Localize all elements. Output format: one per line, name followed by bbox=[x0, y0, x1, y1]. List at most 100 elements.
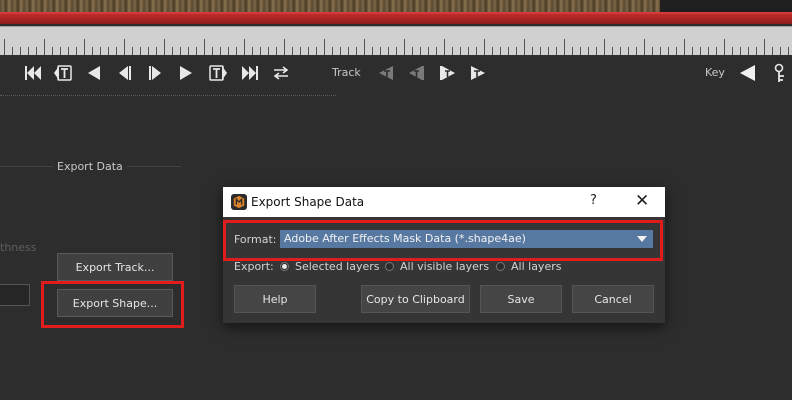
play-backward-icon[interactable] bbox=[81, 60, 107, 86]
ruler-tick bbox=[516, 47, 517, 55]
save-button[interactable]: Save bbox=[480, 285, 562, 313]
ruler-tick bbox=[20, 47, 21, 55]
ruler-tick bbox=[644, 39, 645, 55]
play-forward-icon[interactable] bbox=[173, 60, 199, 86]
ruler-tick bbox=[244, 39, 245, 55]
ruler-tick bbox=[212, 47, 213, 55]
radio-selected-layers[interactable] bbox=[280, 262, 289, 271]
thickness-input[interactable] bbox=[0, 284, 30, 306]
help-button[interactable]: Help bbox=[234, 285, 316, 313]
go-to-end-icon[interactable] bbox=[237, 60, 263, 86]
go-to-start-icon[interactable] bbox=[20, 60, 46, 86]
ruler-tick bbox=[700, 47, 701, 55]
ruler-tick bbox=[420, 47, 421, 55]
ruler-tick bbox=[452, 47, 453, 55]
ruler-tick bbox=[540, 47, 541, 55]
ruler-tick bbox=[596, 47, 597, 55]
ruler-tick bbox=[268, 47, 269, 55]
ruler-tick bbox=[412, 47, 413, 55]
track-backward-icon[interactable] bbox=[372, 60, 398, 86]
ruler-tick bbox=[196, 47, 197, 55]
ruler-tick bbox=[180, 47, 181, 55]
ruler-tick bbox=[532, 47, 533, 55]
ruler-tick bbox=[620, 47, 621, 55]
help-question-icon[interactable]: ? bbox=[590, 193, 597, 208]
ruler-tick bbox=[500, 47, 501, 55]
ruler-tick bbox=[36, 47, 37, 55]
track-step-forward-icon[interactable] bbox=[435, 60, 461, 86]
export-track-button[interactable]: Export Track... bbox=[57, 253, 173, 281]
ruler-tick bbox=[388, 47, 389, 55]
ruler-tick bbox=[4, 39, 5, 55]
swap-direction-icon[interactable] bbox=[268, 60, 294, 86]
ruler-tick bbox=[660, 47, 661, 55]
timeline-range-bar[interactable] bbox=[0, 12, 792, 24]
video-thumbnail-strip bbox=[0, 0, 660, 12]
radio-all-layers[interactable] bbox=[496, 262, 505, 271]
ruler-tick bbox=[484, 39, 485, 55]
radio-all-visible-layers[interactable] bbox=[385, 262, 394, 271]
cancel-button[interactable]: Cancel bbox=[572, 285, 654, 313]
ruler-tick bbox=[676, 47, 677, 55]
track-forward-icon[interactable] bbox=[466, 60, 492, 86]
ruler-tick bbox=[220, 47, 221, 55]
ruler-tick bbox=[692, 47, 693, 55]
step-backward-icon[interactable] bbox=[111, 60, 137, 86]
thickness-label: thness bbox=[0, 241, 37, 254]
ruler-tick bbox=[380, 47, 381, 55]
ruler-tick bbox=[348, 47, 349, 55]
ruler-tick bbox=[140, 47, 141, 55]
ruler-tick bbox=[716, 47, 717, 55]
ruler-tick bbox=[68, 47, 69, 55]
next-keyframe-track-icon[interactable] bbox=[205, 60, 231, 86]
ruler-tick bbox=[668, 47, 669, 55]
ruler-tick bbox=[316, 47, 317, 55]
previous-keyframe-track-icon[interactable] bbox=[50, 60, 76, 86]
dialog-title: Export Shape Data bbox=[251, 195, 365, 209]
export-data-title: Export Data bbox=[53, 160, 127, 173]
ruler-tick bbox=[628, 47, 629, 55]
ruler-tick bbox=[108, 47, 109, 55]
ruler-tick bbox=[708, 47, 709, 55]
ruler-tick bbox=[364, 39, 365, 55]
ruler-tick bbox=[76, 47, 77, 55]
ruler-tick bbox=[788, 47, 789, 55]
track-step-backward-icon[interactable] bbox=[403, 60, 429, 86]
close-icon[interactable]: ✕ bbox=[635, 191, 649, 211]
ruler-tick bbox=[260, 47, 261, 55]
ruler-tick bbox=[756, 47, 757, 55]
radio-all-layers-label[interactable]: All layers bbox=[511, 260, 561, 273]
ruler-tick bbox=[564, 39, 565, 55]
radio-all-visible-layers-label[interactable]: All visible layers bbox=[400, 260, 489, 273]
ruler-tick bbox=[636, 47, 637, 55]
ruler-tick bbox=[124, 39, 125, 55]
ruler-tick bbox=[740, 47, 741, 55]
ruler-tick bbox=[164, 39, 165, 55]
ruler-tick bbox=[372, 47, 373, 55]
radio-selected-layers-label[interactable]: Selected layers bbox=[295, 260, 380, 273]
ruler-tick bbox=[44, 39, 45, 55]
ruler-tick bbox=[404, 39, 405, 55]
previous-key-icon[interactable] bbox=[734, 60, 760, 86]
ruler-tick bbox=[276, 47, 277, 55]
track-label: Track bbox=[332, 66, 361, 79]
ruler-tick bbox=[92, 47, 93, 55]
timeline-ruler[interactable] bbox=[0, 26, 792, 55]
key-add-icon[interactable] bbox=[766, 60, 792, 86]
ruler-tick bbox=[572, 47, 573, 55]
copy-to-clipboard-button[interactable]: Copy to Clipboard bbox=[361, 285, 470, 313]
ruler-tick bbox=[612, 47, 613, 55]
ruler-tick bbox=[132, 47, 133, 55]
ruler-tick bbox=[652, 47, 653, 55]
step-forward-icon[interactable] bbox=[143, 60, 169, 86]
ruler-tick bbox=[556, 47, 557, 55]
ruler-tick bbox=[476, 47, 477, 55]
ruler-tick bbox=[60, 47, 61, 55]
format-highlight bbox=[223, 220, 663, 261]
ruler-tick bbox=[156, 47, 157, 55]
ruler-tick bbox=[436, 47, 437, 55]
ruler-tick bbox=[780, 47, 781, 55]
ruler-tick bbox=[580, 47, 581, 55]
ruler-tick bbox=[236, 47, 237, 55]
dialog-titlebar[interactable]: Export Shape Data ? ✕ bbox=[223, 187, 665, 217]
